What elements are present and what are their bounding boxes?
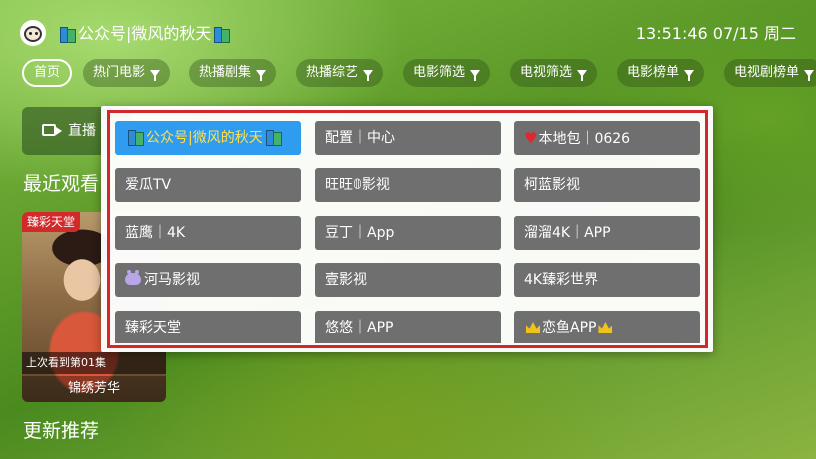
- watch-progress: 上次看到第01集: [22, 352, 166, 374]
- source-label: 河马影视: [144, 272, 200, 288]
- filter-icon: [470, 70, 481, 81]
- source-item[interactable]: 旺旺𝟘影视: [315, 168, 501, 202]
- tab-label: 电影榜单: [627, 65, 680, 80]
- source-item[interactable]: 溜溜4K｜APP: [514, 216, 700, 250]
- source-item[interactable]: 悠悠｜APP: [315, 311, 501, 343]
- source-label: 溜溜4K｜APP: [524, 225, 611, 241]
- source-label: 旺旺𝟘影视: [325, 177, 390, 193]
- app-title-text: 公众号|微风的秋天: [78, 24, 212, 43]
- tab-tv-filter[interactable]: 电视筛选: [510, 59, 598, 87]
- filter-icon: [256, 70, 267, 81]
- recent-title: 最近观看: [23, 173, 100, 195]
- filter-icon: [804, 70, 815, 81]
- tab-label: 热播剧集: [199, 65, 252, 80]
- book-icon: [214, 27, 231, 43]
- tab-movie-ranking[interactable]: 电影榜单: [617, 59, 705, 87]
- filter-icon: [150, 70, 161, 81]
- source-item[interactable]: 爱瓜TV: [115, 168, 301, 202]
- video-camera-icon: [42, 124, 62, 136]
- source-item[interactable]: 配置｜中心: [315, 121, 501, 155]
- source-label: 本地包｜0626: [538, 131, 631, 147]
- source-label: 悠悠｜APP: [325, 320, 394, 336]
- crown-icon: [526, 322, 540, 333]
- app-title: 公众号|微风的秋天: [57, 22, 232, 46]
- update-title: 更新推荐: [23, 420, 100, 442]
- source-label: 爱瓜TV: [125, 177, 172, 193]
- clock: 13:51:46 07/15 周二: [635, 24, 796, 43]
- filter-icon: [684, 70, 695, 81]
- source-item[interactable]: 豆丁｜App: [315, 216, 501, 250]
- source-item[interactable]: ♥本地包｜0626: [514, 121, 700, 155]
- source-grid: 公众号|微风的秋天 配置｜中心 ♥本地包｜0626 爱瓜TV 旺旺𝟘影视 柯蓝影…: [115, 121, 700, 343]
- source-item[interactable]: 臻彩天堂: [115, 311, 301, 343]
- tab-tv-ranking[interactable]: 电视剧榜单: [724, 59, 816, 87]
- source-item[interactable]: 柯蓝影视: [514, 168, 700, 202]
- crown-icon: [598, 322, 613, 333]
- book-icon: [60, 27, 76, 43]
- tab-label: 热播综艺: [306, 65, 359, 80]
- tab-hot-series[interactable]: 热播剧集: [189, 59, 277, 87]
- source-label: 臻彩天堂: [125, 320, 181, 336]
- source-item[interactable]: 壹影视: [315, 263, 501, 297]
- source-item[interactable]: 公众号|微风的秋天: [115, 121, 301, 155]
- source-item[interactable]: 蓝鹰｜4K: [115, 216, 301, 250]
- source-selector-popup: 公众号|微风的秋天 配置｜中心 ♥本地包｜0626 爱瓜TV 旺旺𝟘影视 柯蓝影…: [101, 106, 713, 352]
- poster-title: 锦绣芳华: [22, 376, 166, 402]
- app-logo-icon: [20, 20, 46, 46]
- heart-icon: ♥: [524, 129, 538, 147]
- source-label: 柯蓝影视: [524, 177, 580, 193]
- filter-icon: [577, 70, 588, 81]
- tab-label: 电影筛选: [413, 65, 466, 80]
- source-label: 4K臻彩世界: [524, 272, 599, 288]
- tab-hot-movies[interactable]: 热门电影: [83, 59, 171, 87]
- tab-home[interactable]: 首页: [22, 59, 73, 87]
- tab-label: 电视剧榜单: [734, 65, 800, 80]
- filter-icon: [363, 70, 374, 81]
- source-label: 蓝鹰｜4K: [125, 225, 186, 241]
- source-item[interactable]: 河马影视: [115, 263, 301, 297]
- tab-label: 首页: [34, 65, 61, 80]
- tab-label: 电视筛选: [520, 65, 573, 80]
- source-badge: 臻彩天堂: [22, 212, 81, 232]
- tab-label: 热门电影: [93, 65, 146, 80]
- source-item[interactable]: 恋鱼APP: [514, 311, 700, 343]
- source-label: 豆丁｜App: [325, 225, 395, 241]
- tab-hot-variety[interactable]: 热播综艺: [296, 59, 384, 87]
- tab-movie-filter[interactable]: 电影筛选: [403, 59, 491, 87]
- source-label: 公众号|微风的秋天: [146, 130, 263, 146]
- source-label: 恋鱼APP: [542, 320, 597, 336]
- hippo-icon: [125, 270, 141, 285]
- book-icon: [265, 130, 282, 146]
- live-label: 直播: [68, 123, 96, 139]
- header: 公众号|微风的秋天 13:51:46 07/15 周二: [0, 0, 816, 56]
- source-label: 壹影视: [325, 272, 367, 288]
- source-item[interactable]: 4K臻彩世界: [514, 263, 700, 297]
- book-icon: [128, 130, 144, 146]
- source-label: 配置｜中心: [325, 130, 395, 146]
